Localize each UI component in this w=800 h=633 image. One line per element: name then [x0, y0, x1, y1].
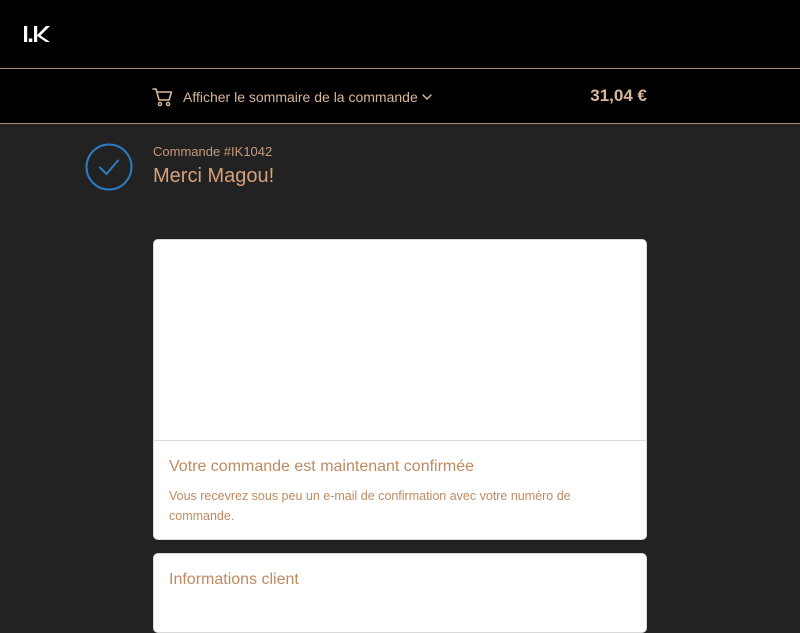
chevron-down-icon [421, 94, 432, 101]
check-circle-icon [85, 143, 133, 191]
thank-you-heading: Merci Magou! [153, 165, 275, 187]
order-summary-toggle[interactable]: Afficher le sommaire de la commande [152, 85, 433, 109]
order-summary-bar: Afficher le sommaire de la commande 31,0… [0, 68, 800, 124]
confirmation-body: Votre commande est maintenant confirmée … [154, 441, 646, 539]
customer-info-card: Informations client [153, 553, 647, 633]
top-header [0, 0, 800, 68]
order-confirmation-card: Votre commande est maintenant confirmée … [153, 239, 647, 540]
customer-info-title: Informations client [169, 571, 299, 588]
cart-icon [152, 88, 173, 107]
confirmation-title: Votre commande est maintenant confirmée [169, 458, 475, 475]
order-total: 31,04 € [590, 86, 647, 105]
order-number: Commande #IK1042 [153, 144, 273, 159]
map-area [154, 240, 646, 441]
order-summary-label: Afficher le sommaire de la commande [183, 89, 418, 105]
confirmation-text: Vous recevrez sous peu un e-mail de conf… [169, 489, 571, 523]
ik-logo[interactable] [24, 24, 52, 44]
